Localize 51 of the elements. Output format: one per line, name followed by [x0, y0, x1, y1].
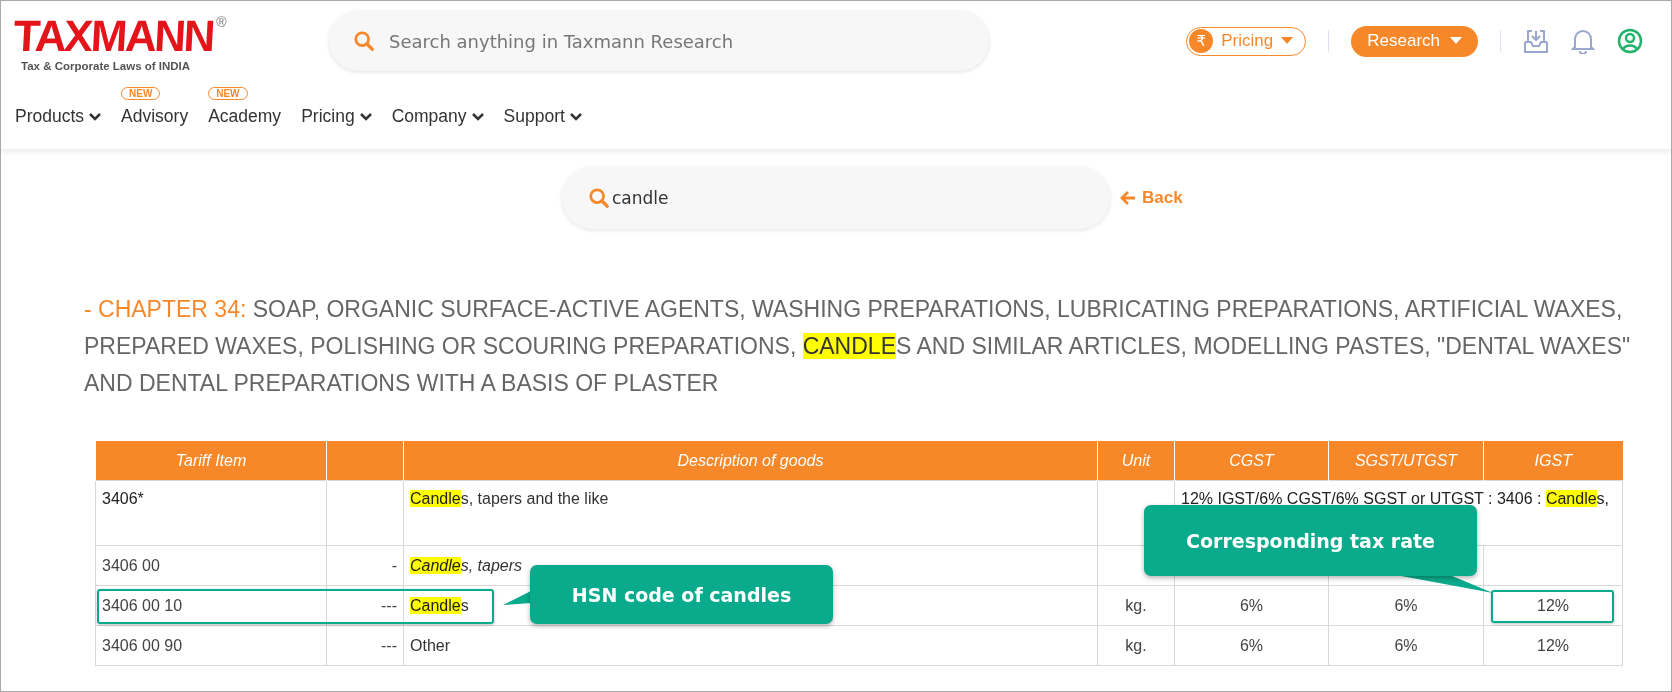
- arrow-left-icon: [1120, 191, 1136, 205]
- chevron-down-icon: [359, 112, 372, 121]
- chevron-down-icon: [89, 112, 102, 121]
- nav-link[interactable]: Support: [503, 106, 582, 127]
- table-cell: Other: [410, 636, 450, 654]
- table-cell: Candles, tapers: [410, 556, 523, 574]
- table-cell: 12% IGST/6% CGST/6% SGST or UTGST : 3406 : Candles,: [1181, 490, 1610, 507]
- nav-link[interactable]: Pricing: [301, 106, 372, 127]
- nav-link[interactable]: Academy: [208, 106, 282, 127]
- column-header: Tariff Item: [95, 441, 327, 481]
- table-cell: 6%: [1394, 636, 1418, 654]
- table-cell: 12%: [1537, 636, 1569, 654]
- table-cell: kg.: [1125, 596, 1147, 614]
- table-cell: 6%: [1394, 596, 1418, 614]
- logo-tagline: Tax & Corporate Laws of INDIA: [21, 60, 192, 72]
- table-cell: 3406 00: [95, 545, 327, 586]
- table-cell: Candles: [410, 596, 469, 614]
- caret-icon: [1281, 37, 1294, 45]
- table-cell: 6%: [1239, 636, 1264, 654]
- search-field[interactable]: candle: [562, 167, 1110, 229]
- table-cell: kg.: [1125, 636, 1147, 654]
- nav-link[interactable]: Company: [391, 106, 484, 127]
- column-header: Unit: [1097, 441, 1175, 481]
- chevron-down-icon: [471, 112, 484, 121]
- search-icon: [588, 187, 610, 209]
- bell-icon[interactable]: [1571, 28, 1595, 54]
- table-cell: 3406 00 10: [95, 585, 327, 626]
- search-field[interactable]: Search anything in Taxmann Research: [329, 11, 989, 71]
- table-cell: ---: [381, 596, 397, 614]
- table-cell: 12%: [1537, 596, 1569, 614]
- table-cell: 6%: [1239, 596, 1264, 614]
- table-cell: 3406 00 90: [95, 625, 327, 666]
- caret-icon: [1450, 37, 1462, 45]
- logo-wordmark: TAXMANN: [9, 14, 216, 58]
- user-account-icon[interactable]: [1617, 28, 1643, 54]
- table-cell: ---: [381, 636, 397, 654]
- search-icon: [353, 30, 375, 52]
- chevron-down-icon: [569, 112, 582, 121]
- inbox-download-icon[interactable]: [1523, 28, 1549, 54]
- registered-mark: ®: [216, 14, 227, 30]
- chapter-heading: - CHAPTER 34: SOAP, ORGANIC SURFACE-ACTIVE AGENTS, WASHING PREPARATIONS, LUBRICATING PREPARATIONS, ARTIFICIAL WAXES, PREPARED WAXES, POLISHING OR SCOURING PREPARATIONS, CANDLES AND SIMILAR ARTICLES, MODELLING PASTES, "DENTAL WAXES" AND DENTAL PREPARATIONS WITH A BASIS OF PLASTER: [84, 295, 1631, 398]
- table-cell: 3406*: [95, 480, 327, 546]
- table-cell: -: [391, 556, 397, 574]
- column-header: Description of goods: [403, 441, 1098, 481]
- table-cell: Candles, tapers and the like: [410, 490, 609, 507]
- callout: HSN code of candles: [530, 565, 833, 624]
- nav-link[interactable]: Products: [15, 106, 102, 127]
- column-header: SGST/UTGST: [1328, 441, 1484, 481]
- column-header: CGST: [1174, 441, 1329, 481]
- nav-link[interactable]: Advisory: [121, 106, 189, 127]
- column-header: IGST: [1483, 441, 1623, 481]
